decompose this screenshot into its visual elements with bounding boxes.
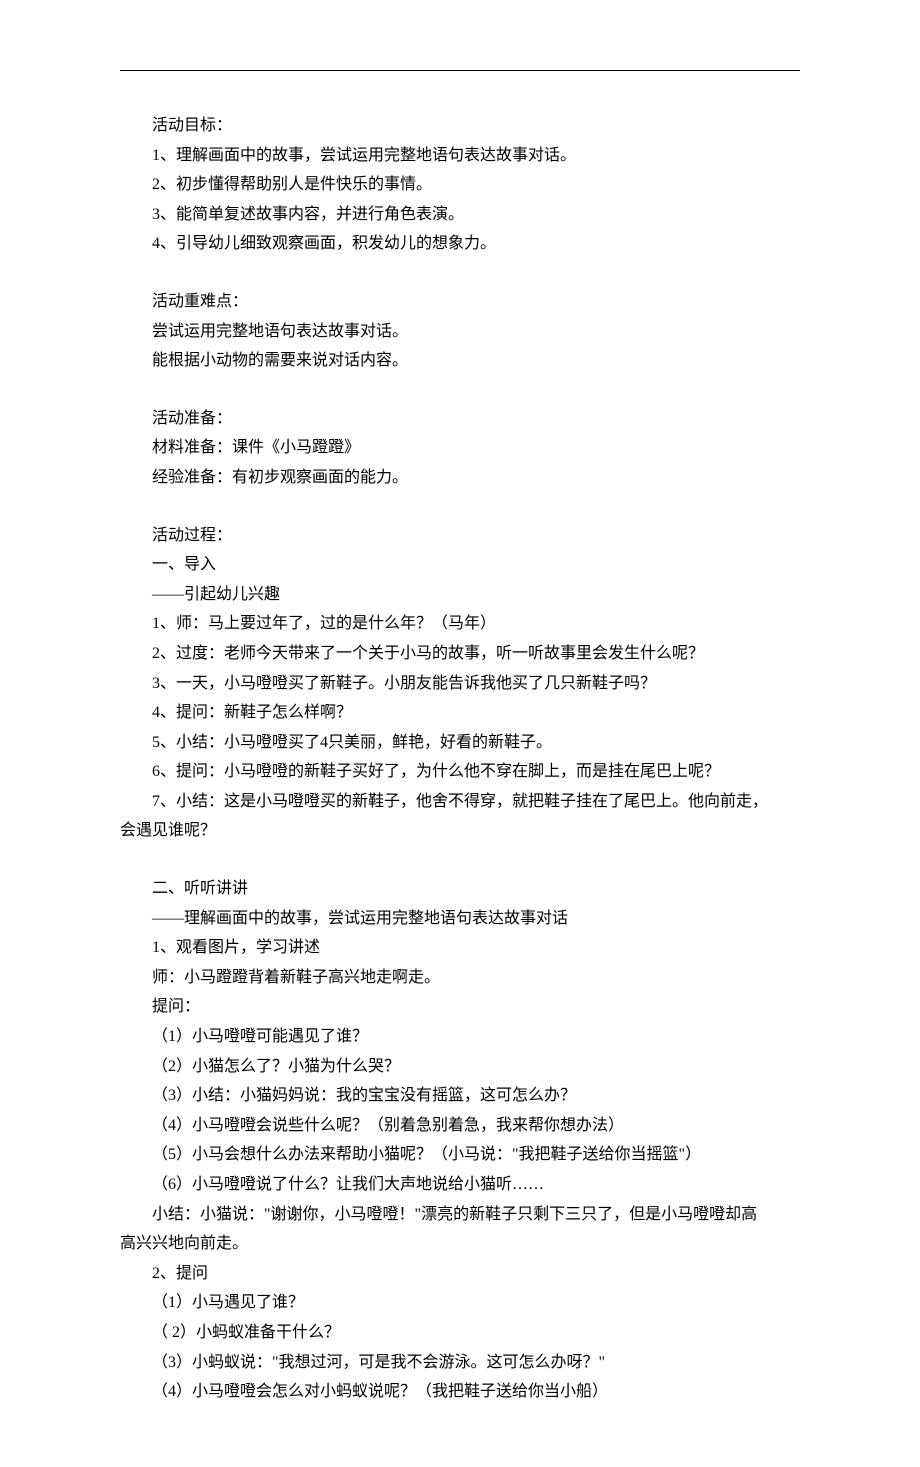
goal-item: 1、理解画面中的故事，尝试运用完整地语句表达故事对话。 [120,141,800,171]
prepare-title: 活动准备： [120,404,800,434]
subpart1-question: （6）小马噔噔说了什么？让我们大声地说给小猫听…… [120,1170,800,1200]
process-part2-heading: 二、听听讲讲 [120,874,800,904]
subpart1-summary-line1: 小结：小猫说："谢谢你，小马噔噔！"漂亮的新鞋子只剩下三只了，但是小马噔噔却高 [120,1200,800,1230]
process-part1-item: 5、小结：小马噔噔买了4只美丽，鲜艳，好看的新鞋子。 [120,728,800,758]
process-part2-block: 二、听听讲讲 ——理解画面中的故事，尝试运用完整地语句表达故事对话 1、观看图片… [120,874,800,1407]
difficulty-line: 能根据小动物的需要来说对话内容。 [120,346,800,376]
subpart1-question: （2）小猫怎么了？小猫为什么哭？ [120,1052,800,1082]
subpart2-question: （ 2）小蚂蚁准备干什么？ [120,1318,800,1348]
difficulty-block: 活动重难点： 尝试运用完整地语句表达故事对话。 能根据小动物的需要来说对话内容。 [120,287,800,376]
process-block: 活动过程： 一、导入 ——引起幼儿兴趣 1、师：马上要过年了，过的是什么年？（马… [120,521,800,847]
difficulty-title: 活动重难点： [120,287,800,317]
subpart1-title: 1、观看图片，学习讲述 [120,933,800,963]
subpart1-question: （4）小马噔噔会说些什么呢？（别着急别着急，我来帮你想办法） [120,1111,800,1141]
process-part1-item7-line2: 会遇见谁呢？ [120,816,800,846]
process-title: 活动过程： [120,521,800,551]
subpart1-teacher: 师：小马蹬蹬背着新鞋子高兴地走啊走。 [120,963,800,993]
subpart2-question: （4）小马噔噔会怎么对小蚂蚁说呢？（我把鞋子送给你当小船） [120,1377,800,1407]
process-part1-item: 2、过度：老师今天带来了一个关于小马的故事，听一听故事里会发生什么呢？ [120,639,800,669]
document-page: 活动目标： 1、理解画面中的故事，尝试运用完整地语句表达故事对话。 2、初步懂得… [0,0,920,1467]
subpart2-title: 2、提问 [120,1259,800,1289]
subpart1-summary-line2: 高兴兴地向前走。 [120,1229,800,1259]
subpart1-question: （5）小马会想什么办法来帮助小猫呢？（小马说："我把鞋子送给你当摇篮"） [120,1140,800,1170]
prepare-line: 经验准备：有初步观察画面的能力。 [120,463,800,493]
process-part1-item: 3、一天，小马噔噔买了新鞋子。小朋友能告诉我他买了几只新鞋子吗？ [120,669,800,699]
subpart2-question: （3）小蚂蚁说："我想过河，可是我不会游泳。这可怎么办呀？" [120,1348,800,1378]
top-rule [120,70,800,71]
process-part1-item: 4、提问：新鞋子怎么样啊？ [120,698,800,728]
goal-item: 4、引导幼儿细致观察画面，积发幼儿的想象力。 [120,229,800,259]
prepare-line: 材料准备：课件《小马蹬蹬》 [120,433,800,463]
process-part1-item: 6、提问：小马噔噔的新鞋子买好了，为什么他不穿在脚上，而是挂在尾巴上呢？ [120,757,800,787]
goals-block: 活动目标： 1、理解画面中的故事，尝试运用完整地语句表达故事对话。 2、初步懂得… [120,111,800,259]
process-part1-item: 1、师：马上要过年了，过的是什么年？（马年） [120,609,800,639]
subpart1-question: （1）小马噔噔可能遇见了谁？ [120,1022,800,1052]
difficulty-line: 尝试运用完整地语句表达故事对话。 [120,317,800,347]
goal-item: 2、初步懂得帮助别人是件快乐的事情。 [120,170,800,200]
process-part1-item7-line1: 7、小结：这是小马噔噔买的新鞋子，他舍不得穿，就把鞋子挂在了尾巴上。他向前走， [120,787,800,817]
process-part2-subheading: ——理解画面中的故事，尝试运用完整地语句表达故事对话 [120,904,800,934]
process-part1-heading: 一、导入 [120,550,800,580]
goals-title: 活动目标： [120,111,800,141]
process-part1-subheading: ——引起幼儿兴趣 [120,580,800,610]
subpart1-questions-label: 提问： [120,992,800,1022]
goal-item: 3、能简单复述故事内容，并进行角色表演。 [120,200,800,230]
prepare-block: 活动准备： 材料准备：课件《小马蹬蹬》 经验准备：有初步观察画面的能力。 [120,404,800,493]
subpart1-question: （3）小结：小猫妈妈说：我的宝宝没有摇篮，这可怎么办？ [120,1081,800,1111]
subpart2-question: （1）小马遇见了谁？ [120,1288,800,1318]
